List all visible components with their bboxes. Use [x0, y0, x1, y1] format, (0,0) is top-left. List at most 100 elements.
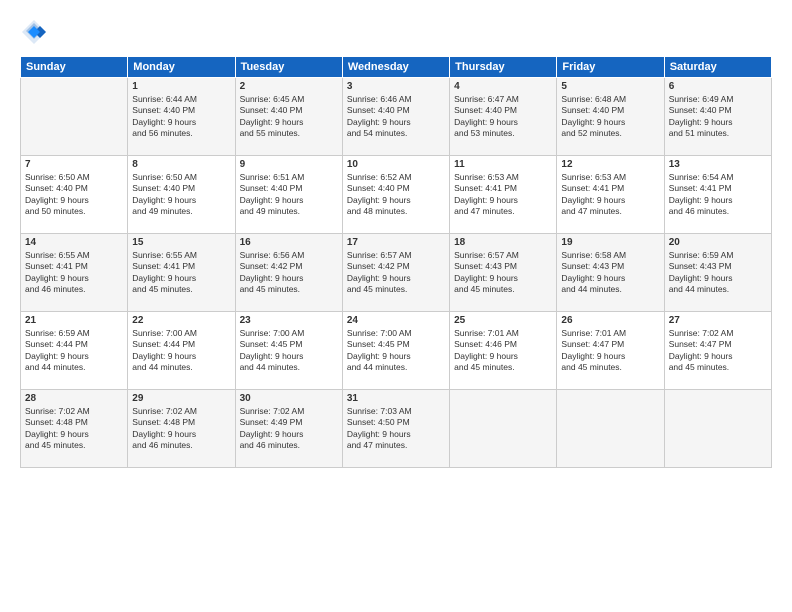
week-row-3: 21 Sunrise: 6:59 AMSunset: 4:44 PMDayligh… [21, 312, 772, 390]
calendar-cell: 25 Sunrise: 7:01 AMSunset: 4:46 PMDayligh… [450, 312, 557, 390]
day-number: 31 [347, 393, 445, 404]
calendar-cell: 18 Sunrise: 6:57 AMSunset: 4:43 PMDayligh… [450, 234, 557, 312]
day-number: 17 [347, 237, 445, 248]
day-number: 29 [132, 393, 230, 404]
cell-info: Sunrise: 6:58 AMSunset: 4:43 PMDaylight:… [561, 250, 659, 296]
cell-info: Sunrise: 6:45 AMSunset: 4:40 PMDaylight:… [240, 94, 338, 140]
column-header-sunday: Sunday [21, 57, 128, 78]
header-row: SundayMondayTuesdayWednesdayThursdayFrid… [21, 57, 772, 78]
day-number: 16 [240, 237, 338, 248]
cell-info: Sunrise: 7:01 AMSunset: 4:46 PMDaylight:… [454, 328, 552, 374]
day-number: 5 [561, 81, 659, 92]
calendar-cell: 15 Sunrise: 6:55 AMSunset: 4:41 PMDayligh… [128, 234, 235, 312]
day-number: 24 [347, 315, 445, 326]
day-number: 19 [561, 237, 659, 248]
cell-info: Sunrise: 7:02 AMSunset: 4:47 PMDaylight:… [669, 328, 767, 374]
column-header-saturday: Saturday [664, 57, 771, 78]
day-number: 27 [669, 315, 767, 326]
calendar-cell: 3 Sunrise: 6:46 AMSunset: 4:40 PMDaylight… [342, 78, 449, 156]
cell-info: Sunrise: 6:57 AMSunset: 4:43 PMDaylight:… [454, 250, 552, 296]
day-number: 20 [669, 237, 767, 248]
day-number: 22 [132, 315, 230, 326]
week-row-0: 1 Sunrise: 6:44 AMSunset: 4:40 PMDaylight… [21, 78, 772, 156]
header [20, 18, 772, 46]
day-number: 15 [132, 237, 230, 248]
cell-info: Sunrise: 6:50 AMSunset: 4:40 PMDaylight:… [132, 172, 230, 218]
day-number: 18 [454, 237, 552, 248]
day-number: 21 [25, 315, 123, 326]
cell-info: Sunrise: 7:02 AMSunset: 4:49 PMDaylight:… [240, 406, 338, 452]
day-number: 23 [240, 315, 338, 326]
column-header-tuesday: Tuesday [235, 57, 342, 78]
cell-info: Sunrise: 7:03 AMSunset: 4:50 PMDaylight:… [347, 406, 445, 452]
cell-info: Sunrise: 6:51 AMSunset: 4:40 PMDaylight:… [240, 172, 338, 218]
cell-info: Sunrise: 7:02 AMSunset: 4:48 PMDaylight:… [132, 406, 230, 452]
calendar-cell: 14Sunrise: 6:55 AMSunset: 4:41 PMDayligh… [21, 234, 128, 312]
cell-info: Sunrise: 7:01 AMSunset: 4:47 PMDaylight:… [561, 328, 659, 374]
calendar-cell: 5 Sunrise: 6:48 AMSunset: 4:40 PMDaylight… [557, 78, 664, 156]
calendar-cell: 21 Sunrise: 6:59 AMSunset: 4:44 PMDayligh… [21, 312, 128, 390]
calendar-cell: 7 Sunrise: 6:50 AMSunset: 4:40 PMDaylight… [21, 156, 128, 234]
week-row-4: 28 Sunrise: 7:02 AMSunset: 4:48 PMDayligh… [21, 390, 772, 468]
calendar-cell: 16 Sunrise: 6:56 AMSunset: 4:42 PMDayligh… [235, 234, 342, 312]
cell-info: Sunrise: 6:53 AMSunset: 4:41 PMDaylight:… [561, 172, 659, 218]
cell-info: Sunrise: 6:55 AMSunset: 4:41 PMDaylight:… [25, 250, 123, 296]
calendar-cell: 9 Sunrise: 6:51 AMSunset: 4:40 PMDaylight… [235, 156, 342, 234]
day-number: 3 [347, 81, 445, 92]
cell-info: Sunrise: 6:53 AMSunset: 4:41 PMDaylight:… [454, 172, 552, 218]
cell-info: Sunrise: 6:46 AMSunset: 4:40 PMDaylight:… [347, 94, 445, 140]
day-number: 6 [669, 81, 767, 92]
day-number: 30 [240, 393, 338, 404]
day-number: 7 [25, 159, 123, 170]
cell-info: Sunrise: 6:47 AMSunset: 4:40 PMDaylight:… [454, 94, 552, 140]
cell-info: Sunrise: 6:44 AMSunset: 4:40 PMDaylight:… [132, 94, 230, 140]
day-number: 25 [454, 315, 552, 326]
calendar-cell [557, 390, 664, 468]
calendar-cell: 28 Sunrise: 7:02 AMSunset: 4:48 PMDayligh… [21, 390, 128, 468]
calendar-cell: 1 Sunrise: 6:44 AMSunset: 4:40 PMDaylight… [128, 78, 235, 156]
day-number: 13 [669, 159, 767, 170]
calendar-cell: 30 Sunrise: 7:02 AMSunset: 4:49 PMDayligh… [235, 390, 342, 468]
calendar-cell: 6Sunrise: 6:49 AMSunset: 4:40 PMDaylight… [664, 78, 771, 156]
week-row-2: 14Sunrise: 6:55 AMSunset: 4:41 PMDayligh… [21, 234, 772, 312]
column-header-thursday: Thursday [450, 57, 557, 78]
day-number: 2 [240, 81, 338, 92]
column-header-monday: Monday [128, 57, 235, 78]
day-number: 1 [132, 81, 230, 92]
calendar-cell: 10 Sunrise: 6:52 AMSunset: 4:40 PMDayligh… [342, 156, 449, 234]
cell-info: Sunrise: 6:59 AMSunset: 4:43 PMDaylight:… [669, 250, 767, 296]
day-number: 9 [240, 159, 338, 170]
calendar-cell: 4Sunrise: 6:47 AMSunset: 4:40 PMDaylight… [450, 78, 557, 156]
calendar-cell: 24 Sunrise: 7:00 AMSunset: 4:45 PMDayligh… [342, 312, 449, 390]
calendar-cell [450, 390, 557, 468]
cell-info: Sunrise: 7:00 AMSunset: 4:45 PMDaylight:… [240, 328, 338, 374]
week-row-1: 7 Sunrise: 6:50 AMSunset: 4:40 PMDaylight… [21, 156, 772, 234]
calendar-cell: 19 Sunrise: 6:58 AMSunset: 4:43 PMDayligh… [557, 234, 664, 312]
cell-info: Sunrise: 7:00 AMSunset: 4:45 PMDaylight:… [347, 328, 445, 374]
cell-info: Sunrise: 7:00 AMSunset: 4:44 PMDaylight:… [132, 328, 230, 374]
calendar-cell: 22 Sunrise: 7:00 AMSunset: 4:44 PMDayligh… [128, 312, 235, 390]
day-number: 8 [132, 159, 230, 170]
cell-info: Sunrise: 6:59 AMSunset: 4:44 PMDaylight:… [25, 328, 123, 374]
calendar-cell: 13 Sunrise: 6:54 AMSunset: 4:41 PMDayligh… [664, 156, 771, 234]
calendar-cell: 20 Sunrise: 6:59 AMSunset: 4:43 PMDayligh… [664, 234, 771, 312]
day-number: 26 [561, 315, 659, 326]
day-number: 28 [25, 393, 123, 404]
calendar-cell: 23 Sunrise: 7:00 AMSunset: 4:45 PMDayligh… [235, 312, 342, 390]
cell-info: Sunrise: 6:48 AMSunset: 4:40 PMDaylight:… [561, 94, 659, 140]
cell-info: Sunrise: 6:52 AMSunset: 4:40 PMDaylight:… [347, 172, 445, 218]
cell-info: Sunrise: 6:54 AMSunset: 4:41 PMDaylight:… [669, 172, 767, 218]
calendar-cell: 12Sunrise: 6:53 AMSunset: 4:41 PMDayligh… [557, 156, 664, 234]
calendar-cell: 29 Sunrise: 7:02 AMSunset: 4:48 PMDayligh… [128, 390, 235, 468]
cell-info: Sunrise: 7:02 AMSunset: 4:48 PMDaylight:… [25, 406, 123, 452]
calendar-table: SundayMondayTuesdayWednesdayThursdayFrid… [20, 56, 772, 468]
calendar-cell: 11Sunrise: 6:53 AMSunset: 4:41 PMDayligh… [450, 156, 557, 234]
cell-info: Sunrise: 6:50 AMSunset: 4:40 PMDaylight:… [25, 172, 123, 218]
cell-info: Sunrise: 6:57 AMSunset: 4:42 PMDaylight:… [347, 250, 445, 296]
cell-info: Sunrise: 6:56 AMSunset: 4:42 PMDaylight:… [240, 250, 338, 296]
day-number: 10 [347, 159, 445, 170]
calendar-cell: 2 Sunrise: 6:45 AMSunset: 4:40 PMDaylight… [235, 78, 342, 156]
cell-info: Sunrise: 6:55 AMSunset: 4:41 PMDaylight:… [132, 250, 230, 296]
calendar-cell: 8 Sunrise: 6:50 AMSunset: 4:40 PMDaylight… [128, 156, 235, 234]
calendar-cell: 17 Sunrise: 6:57 AMSunset: 4:42 PMDayligh… [342, 234, 449, 312]
